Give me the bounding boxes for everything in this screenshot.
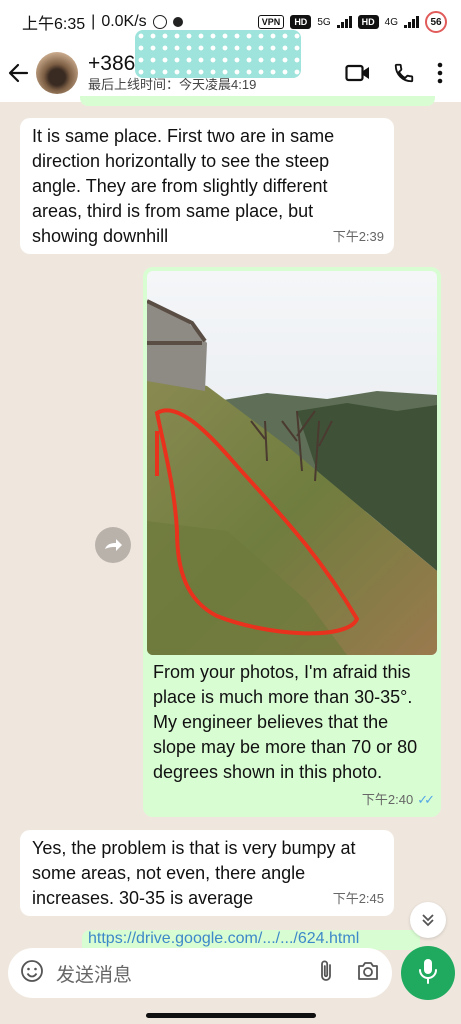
- message-time: 下午2:39: [332, 229, 384, 244]
- header-actions: [345, 62, 461, 84]
- message-text: Yes, the problem is that is very bumpy a…: [32, 838, 356, 908]
- camera-icon[interactable]: [356, 960, 380, 987]
- message-time-text: 下午2:40: [361, 792, 414, 807]
- home-indicator: [146, 1013, 316, 1018]
- message-time: 下午2:45: [332, 891, 384, 906]
- app-notification-icon: [172, 17, 183, 27]
- network-type-2: 4G: [384, 16, 398, 28]
- message-placeholder: 发送消息: [56, 964, 133, 986]
- message-outgoing-photo[interactable]: From your photos, I'm afraid this place …: [143, 267, 441, 817]
- message-input[interactable]: 发送消息: [8, 948, 392, 998]
- redaction-mask: [135, 30, 301, 78]
- message-time: 下午2:40 ✓✓: [361, 787, 435, 812]
- battery-icon: 56: [425, 11, 447, 33]
- signal-icon-1: [336, 16, 352, 28]
- emoji-icon[interactable]: [20, 959, 44, 988]
- video-call-icon[interactable]: [345, 63, 371, 83]
- forward-icon[interactable]: [95, 527, 131, 563]
- status-time: 上午6:35: [22, 16, 86, 33]
- hd-icon-2: HD: [357, 15, 379, 29]
- status-divider: |: [91, 13, 96, 30]
- voice-call-icon[interactable]: [393, 62, 415, 84]
- message-incoming-1[interactable]: It is same place. First two are in same …: [20, 118, 394, 254]
- hd-icon-1: HD: [290, 15, 312, 29]
- network-type-1: 5G: [317, 16, 331, 28]
- message-photo[interactable]: [147, 271, 437, 655]
- input-actions: [318, 959, 380, 988]
- status-net-speed: 0.0K/s: [101, 13, 147, 30]
- scroll-down-icon[interactable]: [410, 902, 446, 938]
- attach-icon[interactable]: [318, 959, 334, 988]
- chat-area: It is same place. First two are in same …: [0, 96, 461, 950]
- avatar[interactable]: [36, 52, 78, 94]
- vpn-icon: VPN: [257, 15, 285, 29]
- more-options-icon[interactable]: [437, 62, 443, 84]
- signal-icon-2: [404, 16, 419, 28]
- message-text: It is same place. First two are in same …: [32, 126, 335, 246]
- hillside-photo: [147, 271, 437, 655]
- last-seen: 最后上线时间：今天凌晨4:19: [88, 77, 257, 92]
- mic-button[interactable]: [401, 946, 455, 1000]
- previous-message-peek: [80, 96, 435, 106]
- message-caption: From your photos, I'm afraid this place …: [153, 662, 418, 782]
- composer: 发送消息: [0, 942, 461, 1008]
- message-incoming-2[interactable]: Yes, the problem is that is very bumpy a…: [20, 830, 394, 916]
- mic-icon: [418, 958, 438, 989]
- alarm-icon: [152, 15, 167, 29]
- back-arrow-icon[interactable]: [0, 44, 36, 102]
- read-ticks-icon: ✓✓: [417, 792, 435, 807]
